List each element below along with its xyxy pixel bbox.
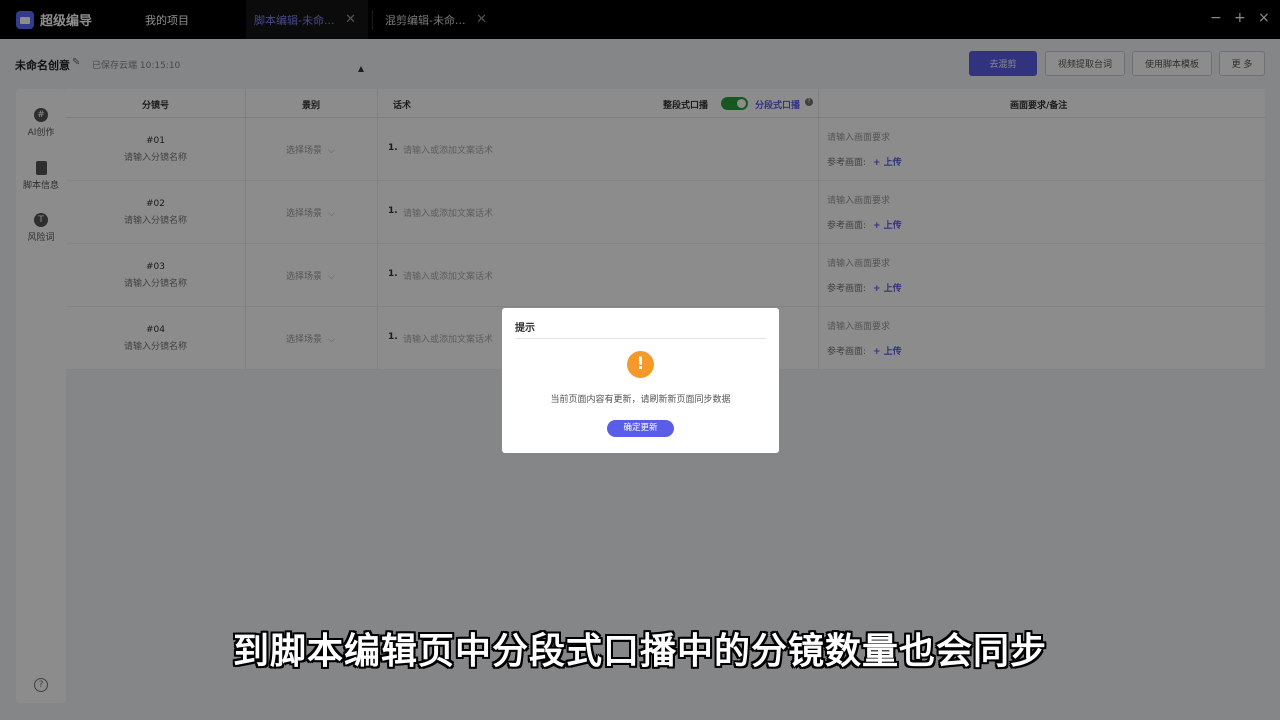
confirm-update-button[interactable]: 确定更新 (607, 420, 674, 437)
dialog-title: 提示 (515, 323, 535, 334)
dialog-divider (515, 338, 766, 339)
video-subtitle: 到脚本编辑页中分段式口播中的分镜数量也会同步 (232, 631, 1047, 672)
update-dialog: 提示 ! 当前页面内容有更新，请刷新新页面同步数据 确定更新 (502, 308, 779, 453)
dialog-message: 当前页面内容有更新，请刷新新页面同步数据 (550, 395, 731, 405)
warning-icon: ! (627, 351, 654, 378)
